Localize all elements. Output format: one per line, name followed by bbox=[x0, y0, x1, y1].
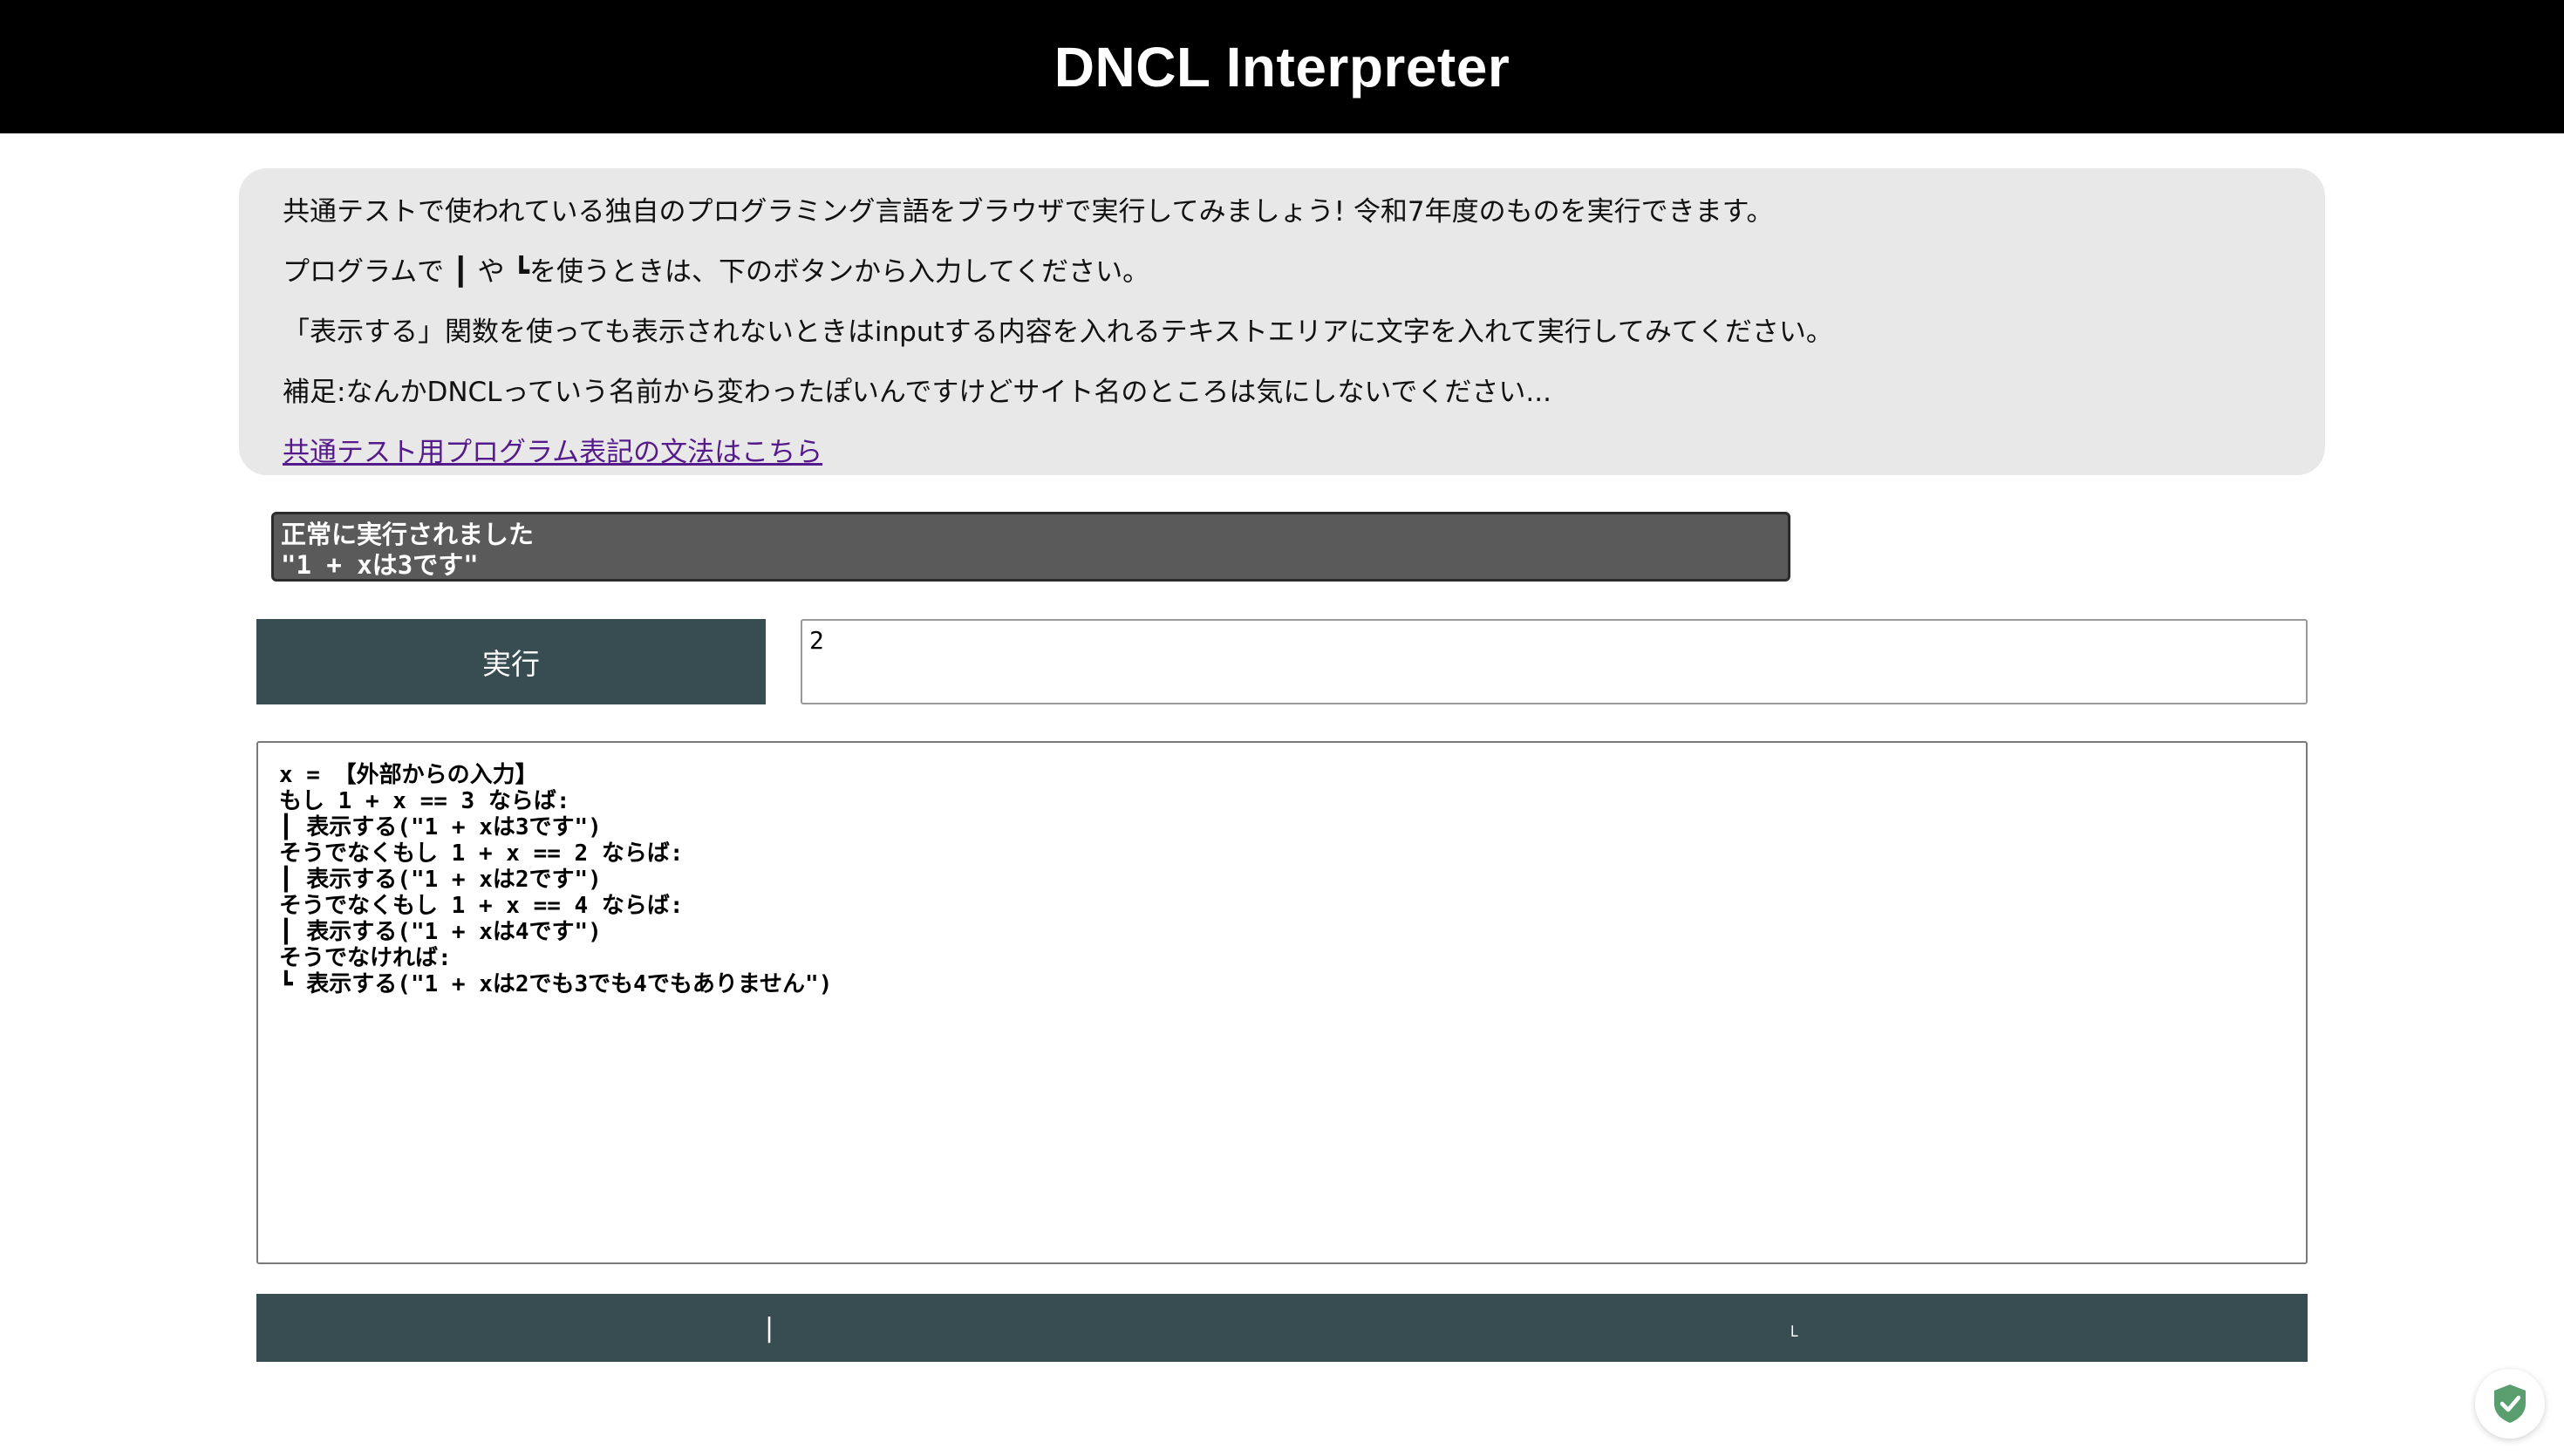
security-badge[interactable] bbox=[2475, 1369, 2545, 1439]
shield-check-icon bbox=[2494, 1385, 2526, 1423]
code-editor[interactable]: x = 【外部からの入力】 もし 1 + x == 3 ならば: ┃ 表示する(… bbox=[256, 741, 2308, 1264]
code-line: x = 【外部からの入力】 bbox=[279, 762, 538, 788]
code-line: ┃ 表示する("1 + xは4です") bbox=[279, 919, 602, 945]
info-line-note: 補足:なんかDNCLっていう名前から変わったぽいんですけどサイト名のところは気に… bbox=[283, 377, 1551, 408]
code-line: ┃ 表示する("1 + xは2です") bbox=[279, 867, 602, 893]
info-line-symbols: プログラムで ┃ や ┗を使うときは、下のボタンから入力してください。 bbox=[283, 256, 1150, 288]
code-line: ┃ 表示する("1 + xは3です") bbox=[279, 814, 602, 840]
info-line-display-hint: 「表示する」関数を使っても表示されないときはinputする内容を入れるテキストエ… bbox=[283, 316, 1833, 348]
insert-corner-button[interactable]: ˪ bbox=[1282, 1294, 2308, 1362]
grammar-link[interactable]: 共通テスト用プログラム表記の文法はこちら bbox=[283, 437, 822, 468]
app-header: DNCL Interpreter bbox=[0, 0, 2564, 133]
status-message: 正常に実行されました bbox=[281, 520, 535, 549]
code-line: そうでなければ: bbox=[279, 945, 452, 971]
run-button[interactable]: 実行 bbox=[256, 619, 766, 704]
info-link-row: 共通テスト用プログラム表記の文法はこちら bbox=[283, 423, 2281, 483]
status-output: "1 + xは3です" bbox=[281, 550, 479, 580]
page-title: DNCL Interpreter bbox=[1054, 35, 1510, 99]
code-line: そうでなくもし 1 + x == 4 ならば: bbox=[279, 893, 684, 919]
info-panel: 共通テストで使われている独自のプログラミング言語をブラウザで実行してみましょう!… bbox=[239, 168, 2325, 475]
insert-vertical-bar-button[interactable]: | bbox=[256, 1294, 1282, 1362]
output-status: 正常に実行されました "1 + xは3です" bbox=[271, 512, 1790, 582]
info-line-intro: 共通テストで使われている独自のプログラミング言語をブラウザで実行してみましょう!… bbox=[283, 196, 1774, 228]
code-line: もし 1 + x == 3 ならば: bbox=[279, 788, 570, 814]
program-input-field[interactable]: 2 bbox=[801, 619, 2308, 704]
code-line: ┗ 表示する("1 + xは2でも3でも4でもありません") bbox=[279, 971, 833, 997]
symbol-toolbar: | ˪ bbox=[256, 1294, 2308, 1362]
code-line: そうでなくもし 1 + x == 2 ならば: bbox=[279, 840, 684, 867]
